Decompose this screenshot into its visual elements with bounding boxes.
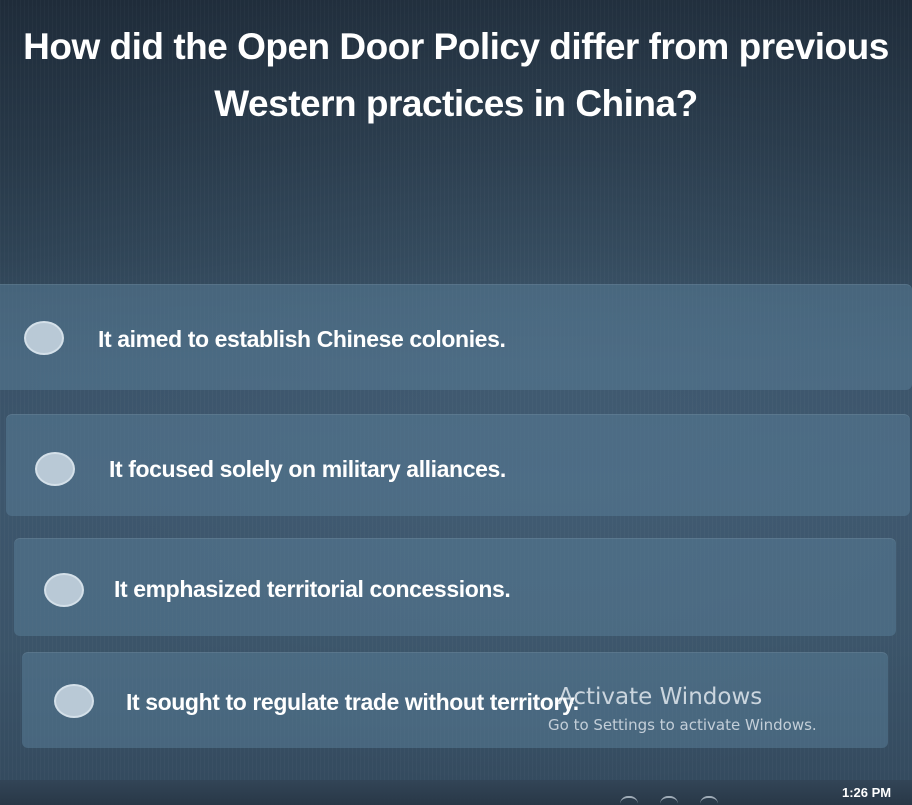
radio-button-icon[interactable] [44,573,84,607]
answer-option-3[interactable]: It emphasized territorial concessions. [14,538,896,636]
radio-button-icon[interactable] [54,684,94,718]
radio-button-icon[interactable] [24,321,64,355]
answer-option-1[interactable]: It aimed to establish Chinese colonies. [0,284,912,390]
system-tray [620,796,718,805]
answer-option-2[interactable]: It focused solely on military alliances. [6,414,910,516]
answer-option-label: It aimed to establish Chinese colonies. [98,326,506,352]
activate-windows-watermark-subtitle: Go to Settings to activate Windows. [548,716,817,734]
radio-button-icon[interactable] [35,452,75,486]
answer-option-label: It sought to regulate trade without terr… [126,689,579,715]
volume-icon[interactable] [660,796,678,805]
wifi-icon[interactable] [620,796,638,805]
taskbar-clock[interactable]: 1:26 PM [842,785,891,800]
answer-option-label: It focused solely on military alliances. [109,456,506,482]
activate-windows-watermark-title: Activate Windows [558,684,763,710]
taskbar: 1:26 PM [0,780,912,805]
network-icon[interactable] [700,796,718,805]
answer-option-label: It emphasized territorial concessions. [114,576,511,602]
question-text: How did the Open Door Policy differ from… [23,26,889,124]
